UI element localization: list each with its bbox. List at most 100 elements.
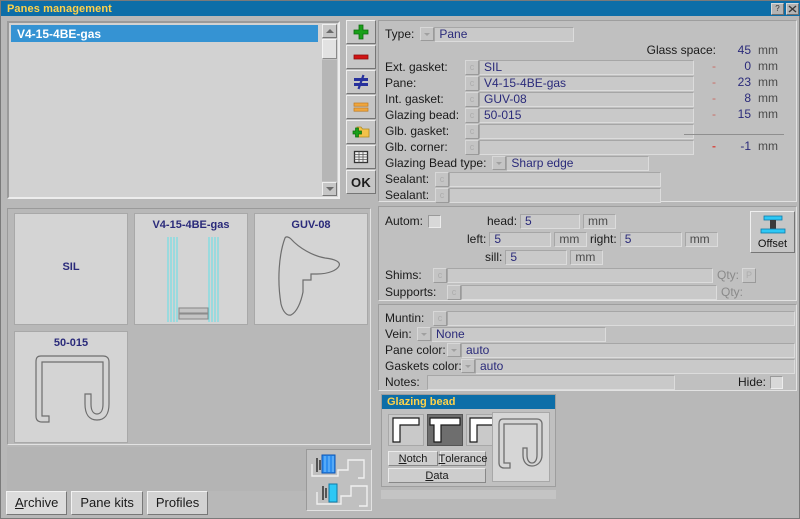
swap-button[interactable] bbox=[346, 70, 376, 94]
folder-plus-icon bbox=[352, 126, 370, 138]
tab-archive[interactable]: Archive bbox=[6, 491, 68, 515]
glazing-bead-unit: mm bbox=[758, 107, 778, 121]
notch-button[interactable]: Notch bbox=[388, 451, 438, 466]
profile-join-bottom-icon[interactable] bbox=[311, 480, 373, 510]
glb-corner-label: Glb. corner: bbox=[385, 140, 448, 154]
glb-corner-value[interactable] bbox=[479, 139, 694, 155]
pane-color-dropdown-arrow[interactable] bbox=[447, 343, 461, 357]
preview-card-sil[interactable]: SIL bbox=[14, 213, 128, 325]
glb-gasket-picker-button[interactable]: c bbox=[465, 123, 479, 139]
int-gasket-picker-button[interactable]: c bbox=[465, 91, 479, 107]
sill-input[interactable]: 5 bbox=[505, 249, 568, 265]
glb-gasket-value[interactable] bbox=[479, 123, 694, 139]
autom-checkbox[interactable] bbox=[428, 214, 442, 228]
glazing-bead-label: Glazing bead: bbox=[385, 108, 460, 122]
notes-row: Notes: Hide: bbox=[385, 374, 784, 390]
list-item[interactable]: V4-15-4BE-gas bbox=[11, 25, 318, 42]
table-button[interactable] bbox=[346, 145, 376, 169]
glb-gasket-label: Glb. gasket: bbox=[385, 124, 450, 138]
listbox-scrollbar[interactable] bbox=[322, 24, 337, 196]
tab-pane-kits-label: Pane kits bbox=[80, 495, 134, 510]
pane-value[interactable]: V4-15-4BE-gas bbox=[479, 75, 694, 91]
notes-input[interactable] bbox=[427, 374, 675, 390]
supports-value[interactable] bbox=[461, 284, 717, 300]
ext-gasket-value[interactable]: SIL bbox=[479, 59, 694, 75]
glazing-bead-preview bbox=[492, 412, 550, 482]
sealant-picker-button-2[interactable]: c bbox=[435, 187, 449, 203]
shims-qty-value[interactable]: P bbox=[742, 267, 757, 283]
new-folder-button[interactable] bbox=[346, 120, 376, 144]
shims-picker-button[interactable]: c bbox=[433, 267, 447, 283]
glass-space-label: Glass space: bbox=[646, 43, 716, 57]
bead-type-dropdown-arrow[interactable] bbox=[492, 156, 507, 170]
scroll-down-button[interactable] bbox=[322, 182, 337, 196]
pane-color-value[interactable]: auto bbox=[461, 342, 795, 358]
hide-checkbox[interactable] bbox=[770, 375, 784, 389]
sealant-label-1: Sealant: bbox=[385, 172, 430, 186]
data-button[interactable]: Data bbox=[388, 468, 486, 483]
glazing-bead-row: Glazing bead: c 50-015 bbox=[385, 107, 694, 123]
profile-join-top-icon[interactable] bbox=[308, 452, 370, 482]
vein-value[interactable]: None bbox=[431, 326, 606, 342]
preview-card-pane[interactable]: V4-15-4BE-gas bbox=[134, 213, 248, 325]
ok-label: OK bbox=[350, 174, 372, 190]
bead-shape-option-2[interactable] bbox=[427, 414, 463, 446]
muntin-picker-button[interactable]: c bbox=[433, 310, 447, 326]
left-row: left: 5 mm bbox=[467, 231, 588, 247]
ext-gasket-label: Ext. gasket: bbox=[385, 60, 448, 74]
type-value[interactable]: Pane bbox=[434, 26, 575, 42]
type-dropdown-arrow[interactable] bbox=[420, 27, 435, 41]
scrollbar-track[interactable] bbox=[322, 60, 337, 181]
notes-label: Notes: bbox=[385, 375, 420, 389]
supports-picker-button[interactable]: c bbox=[447, 284, 461, 300]
muntin-value[interactable] bbox=[447, 310, 795, 326]
preview-card-gasket[interactable]: GUV-08 bbox=[254, 213, 368, 325]
gaskets-color-dropdown-arrow[interactable] bbox=[461, 359, 475, 373]
sealant-value-1[interactable] bbox=[449, 171, 661, 187]
scrollbar-thumb[interactable] bbox=[322, 39, 337, 59]
vein-label: Vein: bbox=[385, 327, 412, 341]
add-button[interactable] bbox=[346, 20, 376, 44]
gaskets-color-value[interactable]: auto bbox=[475, 358, 795, 374]
offset-button[interactable]: Offset bbox=[750, 211, 795, 253]
sealant-row-2: Sealant: c bbox=[385, 187, 661, 203]
sealant-picker-button-1[interactable]: c bbox=[435, 171, 449, 187]
remove-button[interactable] bbox=[346, 45, 376, 69]
tab-pane-kits[interactable]: Pane kits bbox=[71, 491, 143, 515]
glb-corner-picker-button[interactable]: c bbox=[465, 139, 479, 155]
bead-shape-option-1[interactable] bbox=[388, 414, 424, 446]
supports-label: Supports: bbox=[385, 285, 437, 299]
right-unit: mm bbox=[684, 231, 718, 247]
ext-gasket-picker-button[interactable]: c bbox=[465, 59, 479, 75]
tolerance-button[interactable]: Tolerance bbox=[439, 451, 487, 466]
scroll-up-button[interactable] bbox=[322, 24, 337, 38]
preview-card-bead[interactable]: 50-015 bbox=[14, 331, 128, 443]
bead-preview-drawing bbox=[498, 418, 543, 469]
head-unit: mm bbox=[583, 213, 617, 229]
not-equal-icon bbox=[354, 74, 368, 90]
tab-profiles[interactable]: Profiles bbox=[146, 491, 209, 515]
type-label: Type: bbox=[385, 27, 415, 41]
glazing-bead-picker-button[interactable]: c bbox=[465, 107, 479, 123]
help-button[interactable]: ? bbox=[771, 2, 784, 15]
ok-button[interactable]: OK bbox=[346, 170, 376, 194]
pane-picker-button[interactable]: c bbox=[465, 75, 479, 91]
shims-row: Shims: c Qty: P bbox=[385, 267, 757, 283]
sealant-label-2: Sealant: bbox=[385, 188, 430, 202]
left-input[interactable]: 5 bbox=[489, 231, 552, 247]
bars-icon bbox=[353, 102, 369, 112]
glazing-bead-value[interactable]: 50-015 bbox=[479, 107, 694, 123]
sealant-value-2[interactable] bbox=[449, 187, 661, 203]
int-gasket-value[interactable]: GUV-08 bbox=[479, 91, 694, 107]
list-button[interactable] bbox=[346, 95, 376, 119]
glb-corner-row: Glb. corner: c bbox=[385, 139, 694, 155]
shims-value[interactable] bbox=[447, 267, 713, 283]
right-input[interactable]: 5 bbox=[619, 231, 682, 247]
head-input[interactable]: 5 bbox=[520, 213, 581, 229]
bead-type-value[interactable]: Sharp edge bbox=[506, 155, 650, 171]
close-button[interactable] bbox=[786, 2, 799, 15]
bead-type-row: Glazing Bead type: Sharp edge bbox=[385, 155, 650, 171]
vein-dropdown-arrow[interactable] bbox=[417, 327, 431, 341]
pane-label: Pane: bbox=[385, 76, 417, 90]
panes-listbox[interactable]: V4-15-4BE-gas bbox=[7, 21, 340, 199]
